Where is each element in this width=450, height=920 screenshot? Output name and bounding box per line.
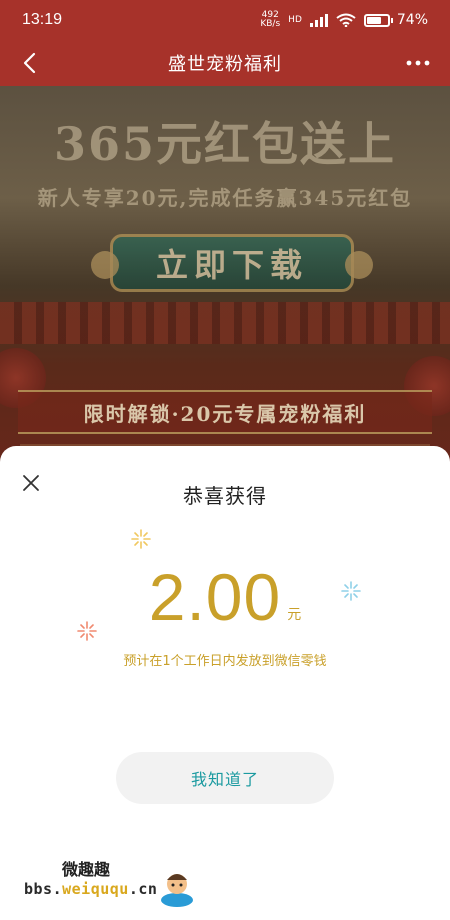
mascot-icon <box>161 874 193 907</box>
battery-icon <box>363 13 390 27</box>
reward-amount: 2.00 元 <box>0 564 450 630</box>
wifi-icon <box>336 13 356 27</box>
page-title: 盛世宠粉福利 <box>168 54 282 75</box>
watermark-url-brand: weiququ <box>62 880 129 898</box>
unlock-banner: 限时解锁·20元专属宠粉福利 <box>18 390 432 434</box>
watermark-url-suffix: .cn <box>128 880 158 898</box>
watermark-title: 微趣趣 <box>62 860 111 879</box>
promo-banner: 365元红包送上 新人专享20元,完成任务赢345元红包 立即下载 限时解锁·2… <box>0 86 450 486</box>
status-time: 13:19 <box>22 11 63 28</box>
reward-modal: 恭喜获得 2.00 元 预计在1个工作日内发放到微信零钱 我知道了 <box>0 446 450 920</box>
confirm-button[interactable]: 我知道了 <box>116 752 334 804</box>
status-icons: 492 KB/s HD 74% <box>260 11 428 29</box>
banner-subtitle: 新人专享20元,完成任务赢345元红包 <box>37 186 413 210</box>
cellular-signal-icon <box>309 13 328 27</box>
banner-eaves-decoration <box>0 302 450 344</box>
watermark: 微趣趣 bbs.weiququ.cn <box>24 856 224 912</box>
reward-amount-value: 2.00 <box>148 560 282 634</box>
chevron-left-icon <box>23 52 36 74</box>
banner-big-title: 365元红包送上 <box>53 117 397 171</box>
download-button[interactable]: 立即下载 <box>91 234 373 292</box>
reward-amount-unit: 元 <box>287 607 302 623</box>
watermark-url-prefix: bbs. <box>24 880 63 898</box>
nav-bar: 盛世宠粉福利 <box>0 40 450 86</box>
battery-indicator: 74% <box>363 12 428 28</box>
back-button[interactable] <box>12 46 46 80</box>
watermark-url: bbs.weiququ.cn <box>24 880 157 898</box>
modal-title: 恭喜获得 <box>183 484 267 508</box>
battery-percent: 74% <box>396 12 428 28</box>
more-dots-icon <box>406 60 430 66</box>
network-speed-unit: KB/s <box>260 19 281 29</box>
hd-label: HD <box>288 15 302 25</box>
network-speed: 492 KB/s <box>260 11 280 29</box>
payout-note: 预计在1个工作日内发放到微信零钱 <box>123 654 327 669</box>
sparkle-icon-gold <box>131 529 151 549</box>
status-bar: 13:19 492 KB/s HD 74% <box>0 0 450 40</box>
more-button[interactable] <box>398 46 438 80</box>
hd-voice-icon: HD <box>288 15 302 25</box>
